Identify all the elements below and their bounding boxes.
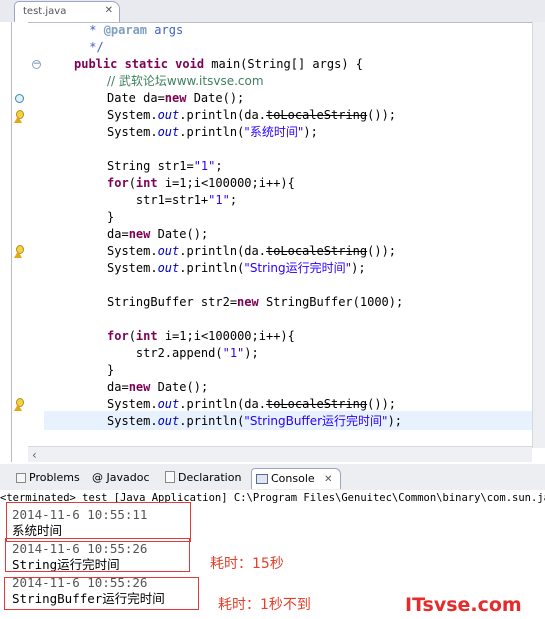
code-line: System.out.println(da.toLocaleString()); xyxy=(107,397,397,411)
fold-collapse-icon[interactable]: − xyxy=(32,60,41,69)
code-editor[interactable]: test.java ✕ − * @param args */ public st… xyxy=(0,0,545,462)
warning-icon[interactable] xyxy=(14,245,26,259)
tab-declaration[interactable]: Declaration xyxy=(161,468,247,489)
code-line: StringBuffer str2=new StringBuffer(1000)… xyxy=(107,295,404,309)
code-line: * @param args xyxy=(82,23,184,37)
annotation-note: 耗时：15秒 xyxy=(210,556,284,572)
code-line: } xyxy=(107,210,115,224)
tab-console[interactable]: Console ✕ xyxy=(251,468,341,489)
close-icon[interactable]: ✕ xyxy=(324,474,332,485)
code-line: // 武软论坛www.itsvse.com xyxy=(107,74,264,88)
code-line: */ xyxy=(82,40,104,54)
code-line: da=new Date(); xyxy=(107,380,209,394)
editor-tab-test-java[interactable]: test.java ✕ xyxy=(14,1,120,22)
console-icon xyxy=(256,474,268,484)
highlight-box xyxy=(6,502,191,542)
code-line: System.out.println("String运行完时间"); xyxy=(107,261,366,275)
override-marker-icon xyxy=(15,94,24,103)
tab-problems[interactable]: Problems xyxy=(12,468,86,489)
code-line: String str1="1"; xyxy=(107,159,223,173)
close-icon[interactable]: ✕ xyxy=(105,5,113,16)
code-line: } xyxy=(107,363,115,377)
code-line: System.out.println(da.toLocaleString()); xyxy=(107,244,397,258)
code-line: str1=str1+"1"; xyxy=(107,193,238,207)
site-watermark-logo: ITsvse.com xyxy=(405,594,522,616)
problems-icon xyxy=(16,473,26,483)
editor-left-border xyxy=(0,22,12,462)
code-line: System.out.println(da.toLocaleString()); xyxy=(107,108,397,122)
annotation-ruler xyxy=(12,22,28,448)
editor-tab-label: test.java xyxy=(23,6,67,17)
warning-icon[interactable] xyxy=(14,398,26,412)
overview-ruler xyxy=(532,22,545,448)
annotation-note: 耗时：1秒不到 xyxy=(218,597,311,613)
tab-javadoc[interactable]: @ Javadoc xyxy=(88,468,156,489)
horizontal-scrollbar[interactable]: ‹ xyxy=(28,446,532,462)
highlight-box xyxy=(4,577,199,610)
scroll-left-icon[interactable]: ‹ xyxy=(32,448,37,462)
code-line: System.out.println("系统时间"); xyxy=(107,125,318,139)
declaration-icon xyxy=(165,471,175,483)
code-line: for(int i=1;i<100000;i++){ xyxy=(107,329,295,343)
code-line-current: System.out.println("StringBuffer运行完时间"); xyxy=(107,414,403,428)
code-line: for(int i=1;i<100000;i++){ xyxy=(107,176,295,190)
code-line: Date da=new Date(); xyxy=(107,91,245,105)
highlight-box xyxy=(5,538,190,572)
code-line: public static void main(String[] args) { xyxy=(74,57,363,71)
code-line: da=new Date(); xyxy=(107,227,209,241)
code-line: str2.append("1"); xyxy=(107,346,259,360)
warning-icon[interactable] xyxy=(14,110,26,124)
